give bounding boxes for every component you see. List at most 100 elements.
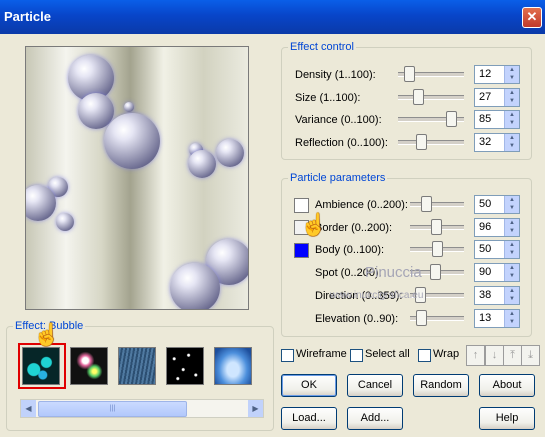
- spot-slider-thumb[interactable]: [430, 264, 441, 280]
- variance-spinbox[interactable]: 85 ▲ ▼: [474, 110, 520, 129]
- body-label: Body (0..100):: [315, 244, 385, 256]
- bubble-particle: [104, 113, 160, 169]
- title-bar: Particle ✕: [0, 0, 545, 34]
- spot-spinbox[interactable]: 90 ▲ ▼: [474, 263, 520, 282]
- effect-thumb-stars[interactable]: [166, 347, 204, 385]
- ambience-value[interactable]: 50: [479, 198, 491, 210]
- body-color-swatch[interactable]: [294, 243, 309, 258]
- watermark-url: www.inuccigrafica.eu: [330, 290, 424, 301]
- variance-spin-arrows[interactable]: ▲ ▼: [504, 111, 519, 128]
- density-spinbox[interactable]: 12 ▲ ▼: [474, 65, 520, 84]
- cancel-button[interactable]: Cancel: [347, 374, 403, 397]
- ambience-spinbox[interactable]: 50 ▲ ▼: [474, 195, 520, 214]
- density-spin-arrows[interactable]: ▲ ▼: [504, 66, 519, 83]
- select-all-label[interactable]: Select all: [365, 348, 410, 360]
- reflection-label: Reflection (0..100):: [295, 137, 388, 149]
- elevation-spinbox[interactable]: 13 ▲ ▼: [474, 309, 520, 328]
- effect-thumb-bubble[interactable]: [22, 347, 60, 385]
- variance-label: Variance (0..100):: [295, 114, 382, 126]
- move-up-icon[interactable]: ↑: [466, 345, 485, 366]
- random-button[interactable]: Random: [413, 374, 469, 397]
- size-spin-arrows[interactable]: ▲ ▼: [504, 89, 519, 106]
- reflection-spin-arrows[interactable]: ▲ ▼: [504, 134, 519, 151]
- elevation-slider[interactable]: [410, 310, 464, 326]
- effect-thumb-sky[interactable]: [214, 347, 252, 385]
- ambience-color-swatch[interactable]: [294, 198, 309, 213]
- help-button[interactable]: Help: [479, 407, 535, 430]
- elevation-slider-thumb[interactable]: [416, 310, 427, 326]
- preview-canvas: [25, 46, 249, 310]
- about-button[interactable]: About: [479, 374, 535, 397]
- bubble-particle: [188, 150, 216, 178]
- move-top-icon[interactable]: ⤒: [503, 345, 522, 366]
- density-slider-thumb[interactable]: [404, 66, 415, 82]
- direction-spinbox[interactable]: 38 ▲ ▼: [474, 286, 520, 305]
- reflection-value[interactable]: 32: [479, 136, 491, 148]
- watermark-name: Pinuccia: [365, 264, 422, 281]
- ambience-spin-arrows[interactable]: ▲ ▼: [504, 196, 519, 213]
- close-button[interactable]: ✕: [522, 7, 542, 28]
- body-value[interactable]: 50: [479, 243, 491, 255]
- reflection-spinbox[interactable]: 32 ▲ ▼: [474, 133, 520, 152]
- pointer-hand-icon: ☝: [33, 322, 61, 347]
- ok-button[interactable]: OK: [281, 374, 337, 397]
- scroll-grip-icon: |||: [109, 405, 116, 412]
- density-slider[interactable]: [398, 66, 464, 82]
- bubble-particle: [26, 185, 56, 221]
- size-slider[interactable]: [398, 89, 464, 105]
- ambience-label: Ambience (0..200):: [315, 199, 408, 211]
- effect-control-title: Effect control: [290, 41, 354, 53]
- reflection-slider[interactable]: [398, 134, 464, 150]
- border-value[interactable]: 96: [479, 221, 491, 233]
- density-value[interactable]: 12: [479, 68, 491, 80]
- ambience-slider[interactable]: [410, 196, 464, 212]
- wrap-label[interactable]: Wrap: [433, 348, 459, 360]
- size-value[interactable]: 27: [479, 91, 491, 103]
- size-label: Size (1..100):: [295, 92, 361, 104]
- density-label: Density (1..100):: [295, 69, 376, 81]
- particle-parameters-title: Particle parameters: [290, 172, 386, 184]
- add-button[interactable]: Add...: [347, 407, 403, 430]
- move-bottom-icon[interactable]: ⤓: [521, 345, 540, 366]
- body-slider-thumb[interactable]: [432, 241, 443, 257]
- variance-slider[interactable]: [398, 111, 464, 127]
- variance-value[interactable]: 85: [479, 113, 491, 125]
- variance-slider-thumb[interactable]: [446, 111, 457, 127]
- border-slider[interactable]: [410, 219, 464, 235]
- size-spinbox[interactable]: 27 ▲ ▼: [474, 88, 520, 107]
- border-slider-thumb[interactable]: [431, 219, 442, 235]
- scroll-right-arrow-icon[interactable]: ▶: [248, 400, 263, 417]
- wireframe-checkbox[interactable]: [281, 349, 294, 362]
- window-title: Particle: [4, 9, 51, 24]
- border-spin-arrows[interactable]: ▲ ▼: [504, 219, 519, 236]
- size-slider-thumb[interactable]: [413, 89, 424, 105]
- wireframe-label[interactable]: Wireframe: [296, 348, 347, 360]
- border-spinbox[interactable]: 96 ▲ ▼: [474, 218, 520, 237]
- body-slider[interactable]: [410, 241, 464, 257]
- ambience-slider-thumb[interactable]: [421, 196, 432, 212]
- direction-value[interactable]: 38: [479, 289, 491, 301]
- bubble-particle: [216, 139, 244, 167]
- wrap-checkbox[interactable]: [418, 349, 431, 362]
- effect-thumb-glow[interactable]: [70, 347, 108, 385]
- bubble-particle: [170, 263, 220, 309]
- bubble-particle: [124, 102, 134, 112]
- body-spin-arrows[interactable]: ▲ ▼: [504, 241, 519, 258]
- scroll-thumb[interactable]: |||: [38, 401, 187, 417]
- bubble-particle: [56, 213, 74, 231]
- elevation-spin-arrows[interactable]: ▲ ▼: [504, 310, 519, 327]
- direction-spin-arrows[interactable]: ▲ ▼: [504, 287, 519, 304]
- select-all-checkbox[interactable]: [350, 349, 363, 362]
- pointer-hand-icon: ☝: [300, 212, 328, 237]
- effect-thumb-rain[interactable]: [118, 347, 156, 385]
- thumbnail-scrollbar[interactable]: ◀ ||| ▶: [20, 399, 264, 418]
- scroll-left-arrow-icon[interactable]: ◀: [21, 400, 36, 417]
- move-down-icon[interactable]: ↓: [485, 345, 504, 366]
- spot-spin-arrows[interactable]: ▲ ▼: [504, 264, 519, 281]
- load-button[interactable]: Load...: [281, 407, 337, 430]
- elevation-label: Elevation (0..90):: [315, 313, 399, 325]
- spot-value[interactable]: 90: [479, 266, 491, 278]
- elevation-value[interactable]: 13: [479, 312, 491, 324]
- body-spinbox[interactable]: 50 ▲ ▼: [474, 240, 520, 259]
- reflection-slider-thumb[interactable]: [416, 134, 427, 150]
